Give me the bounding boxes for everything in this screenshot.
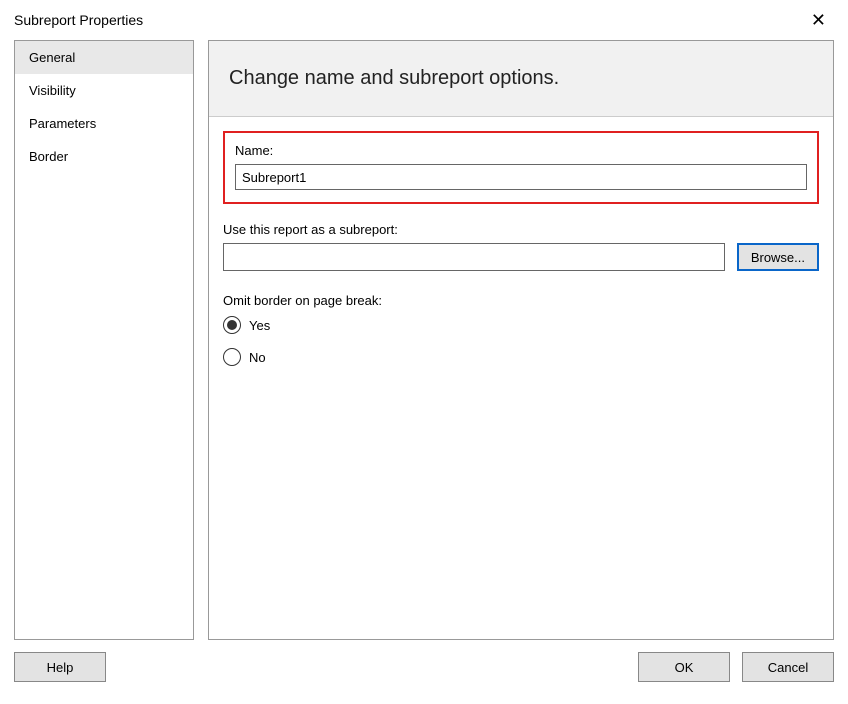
radio-row-no[interactable]: No	[223, 348, 819, 366]
subreport-label: Use this report as a subreport:	[223, 222, 819, 237]
page-title: Change name and subreport options.	[229, 67, 559, 89]
titlebar: Subreport Properties ✕	[0, 0, 848, 40]
help-button[interactable]: Help	[14, 652, 106, 682]
radio-no[interactable]	[223, 348, 241, 366]
radio-row-yes[interactable]: Yes	[223, 316, 819, 334]
radio-yes-label: Yes	[249, 318, 270, 333]
dialog-footer: Help OK Cancel	[0, 640, 848, 694]
browse-button[interactable]: Browse...	[737, 243, 819, 271]
name-field-highlight: Name:	[223, 131, 819, 204]
subreport-input[interactable]	[223, 243, 725, 271]
radio-yes[interactable]	[223, 316, 241, 334]
ok-button[interactable]: OK	[638, 652, 730, 682]
close-icon[interactable]: ✕	[803, 7, 834, 33]
name-input[interactable]	[235, 164, 807, 190]
sidebar-item-border[interactable]: Border	[15, 140, 193, 173]
omit-border-radio-group: Yes No	[223, 316, 819, 366]
name-label: Name:	[235, 143, 807, 158]
window-title: Subreport Properties	[14, 12, 143, 28]
sidebar-item-general[interactable]: General	[15, 41, 193, 74]
sidebar-item-label: Visibility	[29, 83, 76, 98]
sidebar: General Visibility Parameters Border	[14, 40, 194, 640]
subreport-row: Browse...	[223, 243, 819, 271]
radio-no-label: No	[249, 350, 266, 365]
sidebar-item-label: General	[29, 50, 75, 65]
cancel-button[interactable]: Cancel	[742, 652, 834, 682]
omit-border-label: Omit border on page break:	[223, 293, 819, 308]
main-panel: Change name and subreport options. Name:…	[208, 40, 834, 640]
sidebar-item-visibility[interactable]: Visibility	[15, 74, 193, 107]
sidebar-item-label: Parameters	[29, 116, 96, 131]
footer-right: OK Cancel	[638, 652, 834, 682]
main-header: Change name and subreport options.	[209, 41, 833, 117]
sidebar-item-label: Border	[29, 149, 68, 164]
main-body: Name: Use this report as a subreport: Br…	[209, 117, 833, 394]
dialog-content: General Visibility Parameters Border Cha…	[0, 40, 848, 640]
sidebar-item-parameters[interactable]: Parameters	[15, 107, 193, 140]
